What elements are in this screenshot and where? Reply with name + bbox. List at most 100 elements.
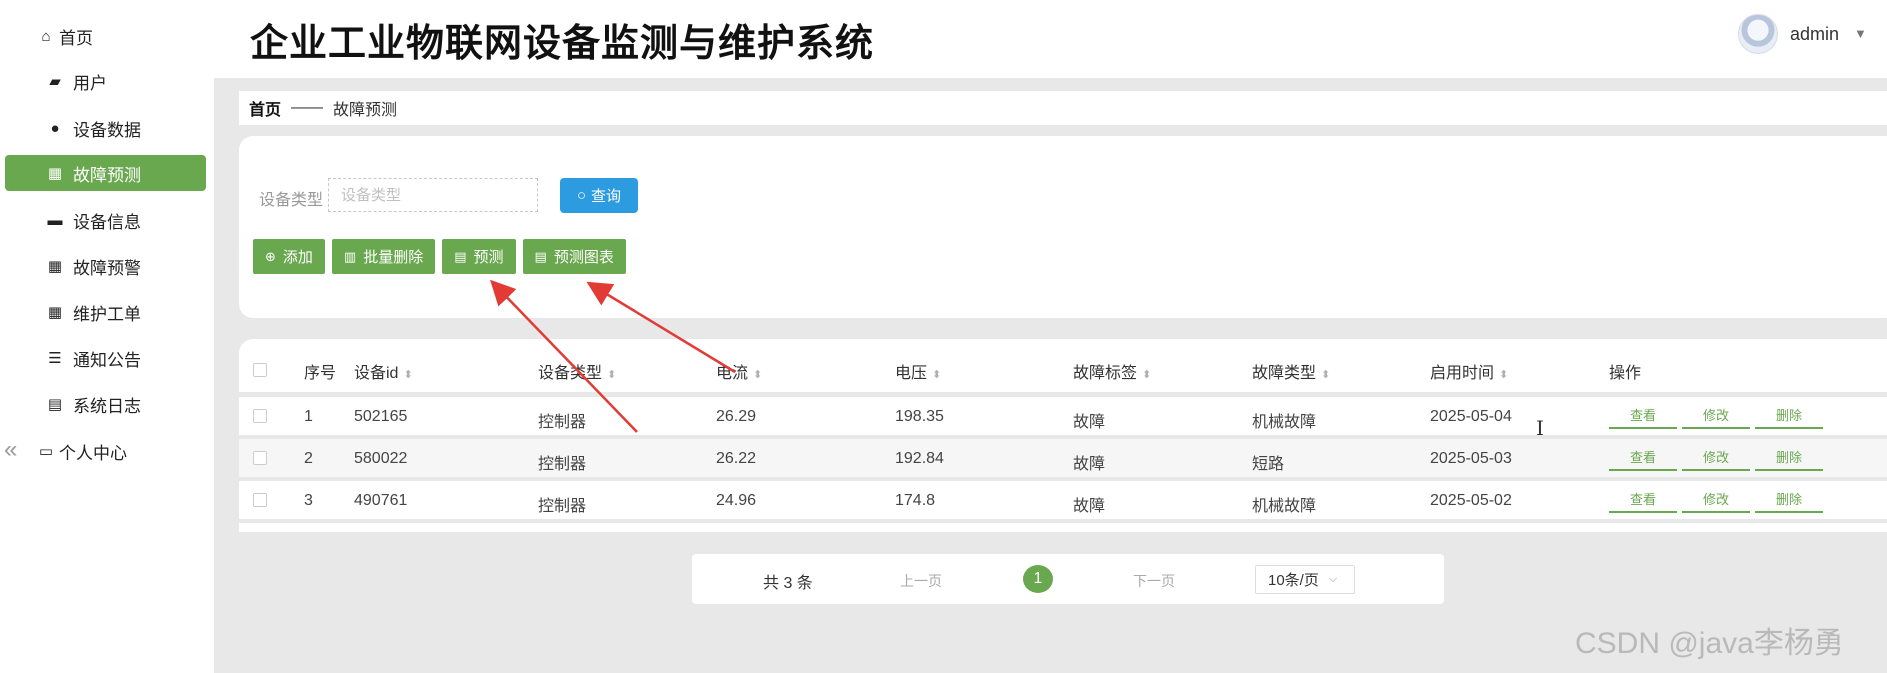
sort-icon[interactable]: ⬍ [607,369,616,381]
view-button[interactable]: 查看 [1609,486,1677,513]
data-table: 序号 设备id ⬍ 设备类型 ⬍ 电流 ⬍ 电压 ⬍ 故障标签 ⬍ 故障类型 ⬍ 启用时间 ⬍… [239,339,1887,532]
sidebar-item-maintenance-order[interactable]: ▦ 维护工单 [5,294,206,330]
sidebar-item-label: 用户 [73,73,107,93]
divider [239,519,1887,523]
sidebar-item-notice[interactable]: ☰ 通知公告 [5,340,206,376]
sidebar-item-device-info[interactable]: ▬ 设备信息 [5,202,206,238]
cell-index: 2 [304,450,313,467]
row-checkbox[interactable] [253,493,267,507]
view-button[interactable]: 查看 [1609,402,1677,429]
sidebar-item-label: 设备信息 [73,212,141,232]
search-label: 设备类型 [259,192,324,209]
cell-device-id: 502165 [354,408,408,425]
header-device-id[interactable]: 设备id ⬍ [354,359,413,383]
delete-button[interactable]: 删除 [1755,444,1823,471]
header-start-time[interactable]: 启用时间 ⬍ [1430,359,1508,383]
header-current[interactable]: 电流 ⬍ [716,359,762,383]
grid-icon: ▦ [47,304,63,321]
query-button-label: 查询 [591,188,622,205]
table-row: 1 502165 控制器 26.29 198.35 故障 机械故障 2025-0… [239,397,1887,435]
prev-page-button[interactable]: 上一页 [900,571,942,591]
add-button[interactable]: ⊕ 添加 [253,239,325,274]
predict-button[interactable]: ▤ 预测 [442,239,516,274]
cell-index: 1 [304,408,313,425]
page-number-button[interactable]: 1 [1023,565,1053,593]
row-checkbox[interactable] [253,409,267,423]
header-label: 电压 [895,365,928,382]
sidebar-item-personal[interactable]: ▭ 个人中心 [36,433,186,469]
delete-button[interactable]: 删除 [1755,486,1823,513]
cell-current: 26.22 [716,450,757,467]
header-index: 序号 [304,365,337,382]
page-size-select[interactable]: 10条/页 ⌵ [1255,565,1355,594]
grid-icon: ▦ [47,258,63,275]
grid-icon: ▦ [47,165,63,182]
row-checkbox[interactable] [253,451,267,465]
view-button[interactable]: 查看 [1609,444,1677,471]
cell-device-id: 490761 [354,492,408,509]
cell-voltage: 198.35 [895,408,944,425]
sort-icon[interactable]: ⬍ [932,369,941,381]
database-icon: ▤ [454,248,467,264]
sort-icon[interactable]: ⬍ [1499,369,1508,381]
sidebar-item-system-log[interactable]: ▤ 系统日志 [5,386,206,422]
cell-device-id: 580022 [354,450,408,467]
header-fault-label[interactable]: 故障标签 ⬍ [1073,359,1151,383]
profile-card-icon: ▭ [38,443,54,460]
sidebar-item-users[interactable]: ▰ 用户 [5,63,206,99]
select-all-checkbox[interactable] [253,363,267,377]
sidebar-item-label: 首页 [59,28,93,48]
cell-fault-label: 故障 [1073,456,1106,473]
sidebar-item-label: 故障预警 [73,258,141,278]
sidebar-item-device-data[interactable]: ● 设备数据 [5,110,206,146]
page-size-value: 10条/页 [1268,572,1319,589]
breadcrumb: 首页 —— 故障预测 [239,91,1887,125]
breadcrumb-current: 故障预测 [333,102,398,119]
sort-icon[interactable]: ⬍ [1321,369,1330,381]
search-input[interactable] [328,178,538,212]
sidebar-item-fault-warning[interactable]: ▦ 故障预警 [5,248,206,284]
table-row: 3 490761 控制器 24.96 174.8 故障 机械故障 2025-05… [239,481,1887,519]
predict-button-label: 预测 [473,249,504,266]
predict-chart-button[interactable]: ▤ 预测图表 [522,239,626,274]
chevron-down-icon[interactable]: ▼ [1854,26,1867,41]
breadcrumb-home[interactable]: 首页 [249,96,281,120]
sort-icon[interactable]: ⬍ [1142,369,1151,381]
header-device-type[interactable]: 设备类型 ⬍ [538,359,616,383]
chevron-down-icon: ⌵ [1328,573,1338,585]
user-name[interactable]: admin [1790,24,1839,45]
search-panel: 设备类型 ○ 查询 ⊕ 添加 ▥ 批量删除 ▤ 预测 ▤ 预测图表 [239,136,1887,318]
cell-start-time: 2025-05-04 [1430,408,1512,425]
briefcase-icon: ▬ [47,211,63,229]
cell-fault-label: 故障 [1073,498,1106,515]
cell-fault-type: 机械故障 [1252,414,1317,431]
sidebar-item-home[interactable]: ⌂ 首页 [36,18,156,54]
delete-button[interactable]: 删除 [1755,402,1823,429]
sidebar-item-label: 系统日志 [73,396,141,416]
sidebar-item-fault-prediction[interactable]: ▦ 故障预测 [5,155,206,191]
query-button[interactable]: ○ 查询 [560,178,638,213]
next-page-button[interactable]: 下一页 [1133,571,1175,591]
home-icon: ⌂ [41,27,51,45]
header-label: 故障类型 [1252,365,1317,382]
edit-button[interactable]: 修改 [1682,402,1750,429]
table-header: 序号 设备id ⬍ 设备类型 ⬍ 电流 ⬍ 电压 ⬍ 故障标签 ⬍ 故障类型 ⬍ 启用时间 ⬍… [239,339,1887,392]
add-button-label: 添加 [282,249,313,266]
cell-voltage: 174.8 [895,492,936,509]
edit-button[interactable]: 修改 [1682,486,1750,513]
sidebar-item-label: 故障预测 [73,165,141,185]
sort-icon[interactable]: ⬍ [403,369,412,381]
wallet-icon: ▰ [49,73,61,90]
cell-device-type: 控制器 [538,456,587,473]
sort-icon[interactable]: ⬍ [753,369,762,381]
pagination: 共 3 条 上一页 1 下一页 10条/页 ⌵ [692,554,1444,604]
batch-delete-button[interactable]: ▥ 批量删除 [331,239,436,274]
cell-fault-type: 短路 [1252,456,1285,473]
sidebar-item-label: 设备数据 [73,120,141,140]
edit-button[interactable]: 修改 [1682,444,1750,471]
avatar[interactable] [1738,14,1778,54]
header-fault-type[interactable]: 故障类型 ⬍ [1252,359,1330,383]
header-voltage[interactable]: 电压 ⬍ [895,359,941,383]
cell-fault-label: 故障 [1073,414,1106,431]
collapse-icon[interactable]: « [4,436,17,464]
